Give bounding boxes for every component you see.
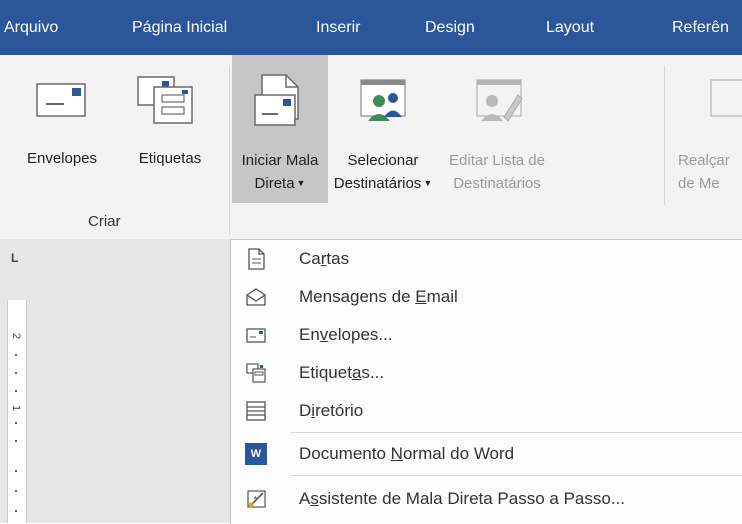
ruler-tick (15, 390, 17, 392)
envelope-icon (246, 328, 266, 343)
editar-label-line2: Destinatários (453, 175, 541, 192)
dropdown-arrow-icon: ▼ (296, 178, 306, 188)
tab-design[interactable]: Design (425, 0, 475, 55)
menu-separator (291, 475, 742, 476)
tab-layout[interactable]: Layout (546, 0, 594, 55)
envelopes-label: Envelopes (26, 150, 98, 167)
selecionar-label-line2: Destinatários (333, 175, 422, 192)
realcar-label-line1: Realçar (678, 152, 730, 169)
menu-item-envelopes[interactable]: Envelopes... (231, 316, 742, 354)
menu-accesskey: E (415, 287, 427, 306)
editar-label-line1: Editar Lista de (449, 152, 545, 169)
ruler-tick (15, 510, 17, 512)
mail-merge-icon (254, 74, 299, 126)
menu-label: En (299, 325, 320, 344)
menu-item-etiquetas[interactable]: Etiquetas... (231, 354, 742, 392)
menu-label: D (299, 401, 312, 420)
ribbon-tab-bar: Arquivo Página Inicial Inserir Design La… (0, 0, 742, 55)
ruler-tick (15, 490, 17, 492)
editar-lista-destinatarios-button[interactable]: Editar Lista de Destinatários (438, 55, 556, 203)
ruler-tick (15, 372, 17, 374)
menu-label: Mensagens de (299, 287, 416, 306)
menu-item-mensagens-email[interactable]: Mensagens de Email (231, 278, 742, 316)
envelope-icon (36, 83, 86, 117)
menu-label: Ca (299, 249, 321, 268)
iniciar-mala-direta-button[interactable]: Iniciar Mala Direta ▼ (232, 55, 328, 203)
ruler-tick (15, 440, 17, 442)
menu-accesskey: N (390, 444, 403, 463)
selecionar-destinatarios-button[interactable]: Selecionar Destinatários ▼ (330, 55, 436, 203)
menu-label: mail (426, 287, 458, 306)
ribbon-panel: Envelopes Etiquetas Criar Iniciar Mala D… (0, 55, 742, 239)
labels-icon (137, 76, 193, 124)
group-separator (664, 65, 665, 205)
ruler-number: 2 (10, 332, 22, 340)
highlight-fields-icon (710, 79, 742, 117)
menu-label: A (299, 489, 311, 508)
menu-item-assistente[interactable]: Assistente de Mala Direta Passo a Passo.… (231, 480, 742, 518)
menu-item-diretorio[interactable]: Diretório (231, 392, 742, 430)
criar-group-label: Criar (88, 213, 121, 230)
selecionar-label-line1: Selecionar (347, 152, 419, 169)
word-icon: W (245, 443, 267, 465)
etiquetas-button[interactable]: Etiquetas (116, 55, 224, 203)
menu-accesskey: s (310, 489, 319, 508)
email-icon (246, 288, 266, 306)
ruler-tick (15, 470, 17, 472)
iniciar-label-line2: Direta (254, 175, 295, 192)
menu-item-cartas[interactable]: Cartas (231, 240, 742, 278)
ruler-number: 1 (10, 404, 22, 412)
document-margin-area (0, 239, 230, 523)
recipients-icon (360, 79, 406, 121)
tab-pagina-inicial[interactable]: Página Inicial (132, 0, 227, 55)
menu-accesskey: a (351, 363, 362, 382)
tab-stop-selector[interactable]: L (11, 251, 18, 265)
menu-label: Documento (299, 444, 391, 463)
letter-icon (248, 248, 265, 270)
menu-label: s... (361, 363, 385, 382)
realcar-campos-button[interactable]: Realçar de Me (670, 55, 742, 203)
realcar-label-line2: de Me (678, 175, 720, 192)
tab-inserir[interactable]: Inserir (316, 0, 360, 55)
menu-label: tas (326, 249, 350, 268)
edit-recipients-icon (476, 79, 523, 122)
menu-label: Etiquet (299, 363, 352, 382)
menu-separator (291, 432, 742, 433)
ruler-tick (15, 422, 17, 424)
dropdown-arrow-icon: ▼ (423, 178, 433, 188)
etiquetas-label: Etiquetas (138, 150, 202, 167)
menu-item-documento-normal[interactable]: W Documento Normal do Word (231, 435, 742, 473)
menu-label: elopes... (328, 325, 393, 344)
envelopes-button[interactable]: Envelopes (8, 55, 116, 203)
tab-arquivo[interactable]: Arquivo (4, 0, 58, 55)
tab-referencias[interactable]: Referên (672, 0, 729, 55)
menu-label: ormal do Word (402, 444, 515, 463)
directory-icon (246, 401, 266, 421)
menu-label: sistente de Mala Direta Passo a Passo... (318, 489, 625, 508)
labels-icon (246, 363, 266, 383)
group-separator (229, 65, 230, 235)
mail-merge-dropdown-menu: Cartas Mensagens de Email Envelopes... E… (230, 239, 742, 524)
iniciar-label-line1: Iniciar Mala (241, 152, 319, 169)
menu-label: retório (315, 401, 364, 420)
ruler-tick (15, 354, 17, 356)
wizard-icon (247, 490, 266, 508)
